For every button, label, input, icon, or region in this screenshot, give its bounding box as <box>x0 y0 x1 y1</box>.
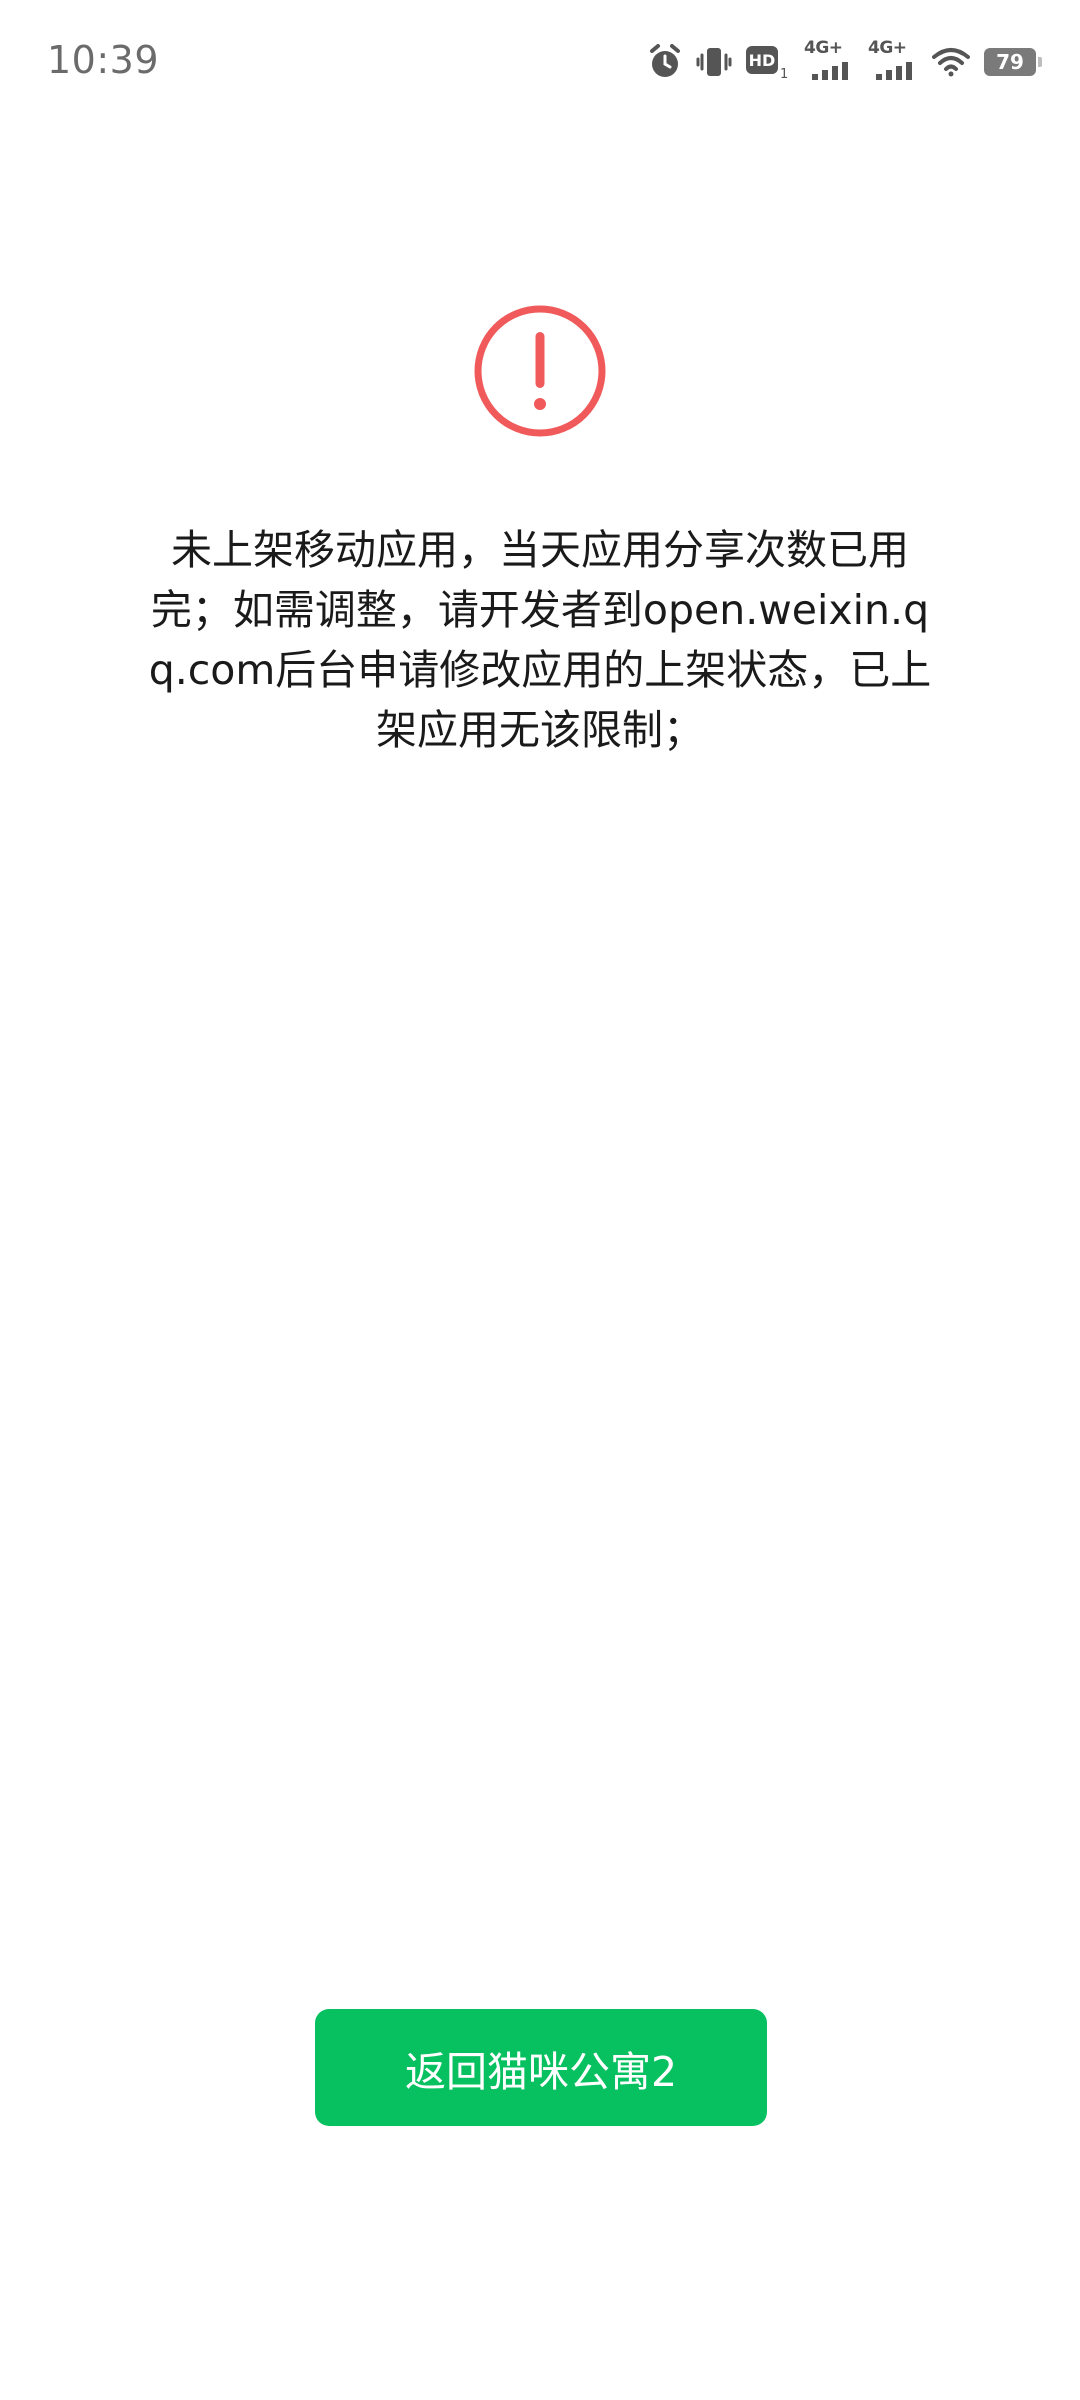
network-type-label: 4G+ <box>804 38 843 58</box>
network-type-label: 4G+ <box>868 38 907 58</box>
alarm-icon <box>648 44 682 80</box>
hd-icon: HD 1 <box>746 42 790 82</box>
error-message: 未上架移动应用，当天应用分享次数已用完；如需调整，请开发者到open.weixi… <box>148 526 932 754</box>
hd-label: HD <box>746 46 778 74</box>
return-button[interactable]: 返回猫咪公寓2 <box>315 2009 767 2126</box>
status-time: 10:39 <box>47 38 160 82</box>
wifi-icon <box>932 47 970 77</box>
signal-4g-icon: 4G+ <box>804 38 854 82</box>
hd-sub-label: 1 <box>780 67 789 82</box>
battery-level: 79 <box>996 50 1024 74</box>
warning-circle-icon <box>473 304 607 438</box>
signal-4g-icon: 4G+ <box>868 38 918 82</box>
vibrate-icon <box>696 44 732 80</box>
status-icons: HD 1 4G+ 4G+ 79 <box>634 38 1042 84</box>
battery-icon: 79 <box>984 48 1042 76</box>
status-bar: 10:39 HD 1 4G+ 4G+ 79 <box>0 0 1080 120</box>
